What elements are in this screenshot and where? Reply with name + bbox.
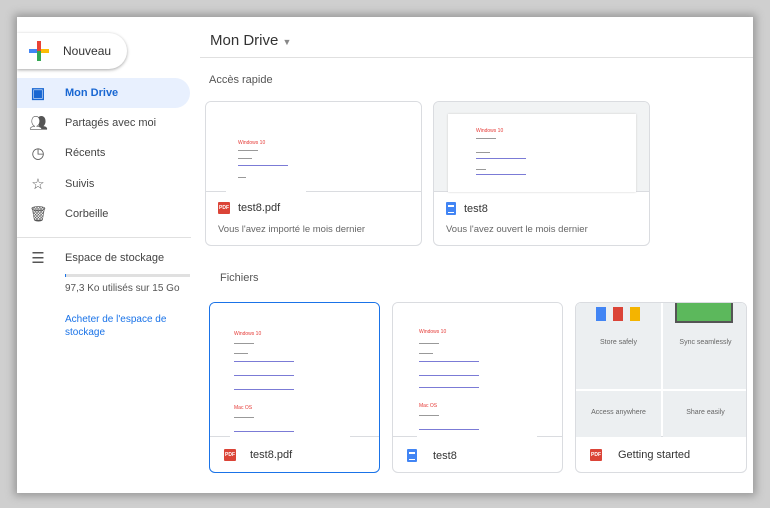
drive-window: Nouveau ▣ Mon Drive 👥︎ Partagés avec moi ◷…	[17, 17, 753, 493]
files-title: Fichiers	[220, 272, 259, 284]
preview-heading: Windows 10	[476, 128, 504, 134]
preview-heading: Mac OS	[234, 405, 253, 411]
tile-title: Access anywhere	[591, 409, 646, 416]
doc-icon	[446, 202, 456, 215]
preview-heading: Windows 10	[238, 140, 266, 146]
quick-access-title: Accès rapide	[209, 74, 273, 86]
quick-access-card[interactable]: Windows 10 test8 Vous l'avez ouvert le m…	[433, 101, 650, 246]
storage-icon: ☰	[31, 250, 45, 267]
plus-icon	[29, 41, 49, 61]
storage-bar	[65, 274, 190, 277]
file-preview: Windows 10	[434, 102, 649, 192]
preview-heading: Windows 10	[234, 331, 262, 337]
file-preview: Windows 10 Mac OS	[393, 303, 562, 437]
buy-storage-link[interactable]: Acheter de l'espace de stockage	[65, 313, 185, 339]
file-name-text: test8.pdf	[250, 449, 293, 461]
sidebar-item-my-drive[interactable]: ▣ Mon Drive	[17, 78, 190, 108]
sidebar-item-shared[interactable]: 👥︎ Partagés avec moi	[17, 108, 190, 138]
page-title[interactable]: Mon Drive ▼	[210, 32, 291, 49]
tile-title: Sync seamlessly	[679, 339, 732, 346]
file-preview: Windows 10	[206, 102, 421, 192]
clock-icon: ◷	[31, 145, 45, 162]
preview-tile: Access anywhere	[576, 391, 661, 437]
preview-heading: Windows 10	[419, 329, 447, 335]
storage-usage: 97,3 Ko utilisés sur 15 Go	[65, 283, 180, 294]
sidebar-item-recent[interactable]: ◷ Récents	[17, 138, 190, 168]
pdf-icon: PDF	[218, 202, 230, 214]
pdf-icon: PDF	[224, 449, 236, 461]
sidebar-item-storage[interactable]: ☰ Espace de stockage	[17, 243, 190, 273]
tile-title: Share easily	[686, 409, 725, 416]
file-name: PDF test8.pdf	[218, 202, 280, 214]
preview-heading: Mac OS	[419, 403, 438, 409]
new-button[interactable]: Nouveau	[17, 33, 127, 69]
sidebar-item-label: Récents	[65, 147, 106, 159]
file-preview: Store safely Sync seamlessly Access anyw…	[576, 303, 746, 437]
sidebar-item-label: Espace de stockage	[65, 252, 165, 264]
file-card[interactable]: Windows 10 Mac OS PDF test8.pdf	[209, 302, 380, 473]
sidebar-item-label: Mon Drive	[65, 87, 119, 99]
sidebar-divider	[17, 237, 191, 238]
file-name-text: test8	[433, 449, 457, 462]
file-name: PDF Getting started	[590, 449, 690, 461]
new-button-label: Nouveau	[63, 44, 112, 58]
file-subtitle: Vous l'avez importé le mois dernier	[218, 224, 366, 235]
file-name-text: test8	[464, 202, 488, 215]
drive-icon: ▣	[30, 85, 46, 102]
file-card[interactable]: Windows 10 Mac OS test8	[392, 302, 563, 473]
header-divider	[200, 57, 753, 58]
sidebar-item-starred[interactable]: ☆ Suivis	[17, 169, 190, 199]
file-name-text: Getting started	[618, 449, 691, 461]
preview-tile: Sync seamlessly	[663, 303, 746, 389]
file-name: test8	[446, 202, 488, 215]
trash-icon: 🗑︎	[29, 206, 49, 223]
preview-tile: Store safely	[576, 303, 661, 389]
star-icon: ☆	[31, 176, 45, 193]
page-title-text: Mon Drive	[210, 32, 279, 49]
sidebar-item-label: Suivis	[65, 178, 95, 190]
file-name: test8	[407, 449, 457, 462]
sidebar-item-trash[interactable]: 🗑︎ Corbeille	[17, 199, 190, 229]
file-name: PDF test8.pdf	[224, 449, 292, 461]
doc-icon	[407, 449, 417, 462]
pdf-icon: PDF	[590, 449, 602, 461]
tile-title: Store safely	[600, 339, 637, 346]
quick-access-card[interactable]: Windows 10 PDF test8.pdf Vous l'avez impo…	[205, 101, 422, 246]
shared-icon: 👥︎	[29, 115, 49, 132]
file-preview: Windows 10 Mac OS	[210, 303, 379, 437]
sidebar-item-label: Corbeille	[65, 208, 109, 220]
preview-tile: Share easily	[663, 391, 746, 437]
file-subtitle: Vous l'avez ouvert le mois dernier	[446, 224, 588, 235]
chevron-down-icon: ▼	[282, 37, 292, 47]
sidebar-item-label: Partagés avec moi	[65, 117, 157, 129]
file-name-text: test8.pdf	[238, 202, 281, 214]
file-card[interactable]: Store safely Sync seamlessly Access anyw…	[575, 302, 747, 473]
